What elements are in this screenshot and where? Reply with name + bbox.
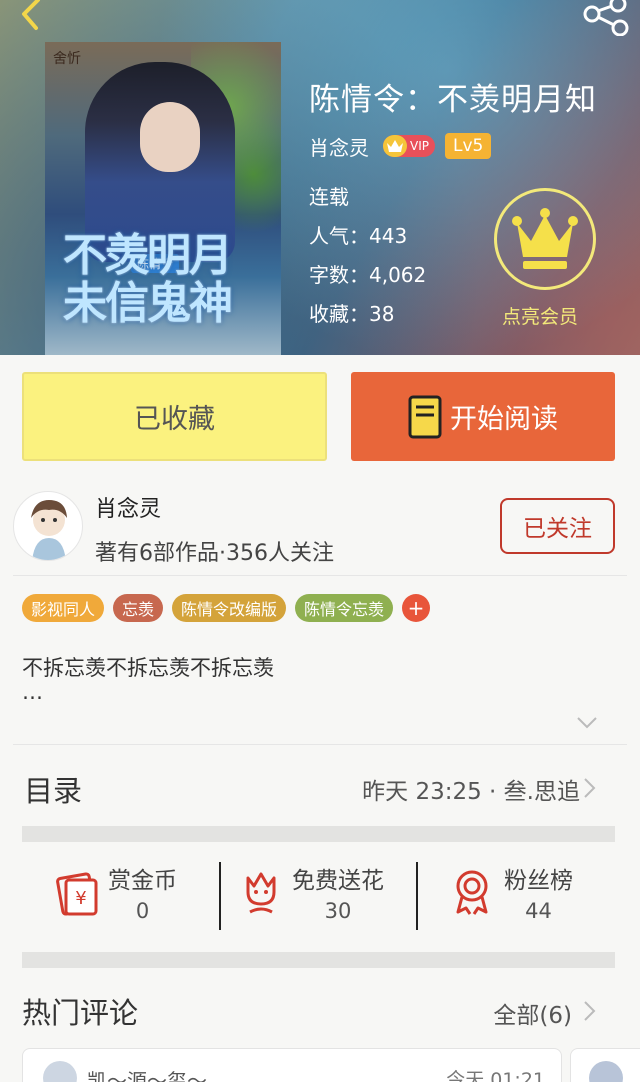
followed-button[interactable]: 已关注 <box>500 498 615 554</box>
chevron-right-icon[interactable] <box>582 1000 596 1022</box>
commenter-avatar[interactable] <box>43 1061 77 1082</box>
toc-title[interactable]: 目录 <box>24 768 82 810</box>
back-arrow-icon <box>22 0 40 30</box>
book-icon <box>408 395 442 438</box>
avatar-illustration <box>31 500 67 560</box>
share-button[interactable] <box>580 0 632 37</box>
send-flower-value: 30 <box>324 899 352 923</box>
medal-icon <box>456 870 488 915</box>
author-card-meta: 著有6部作品·356人关注 <box>95 541 334 566</box>
member-label[interactable]: 点亮会员 <box>502 302 578 329</box>
book-title: 陈情令：不羡明月知 <box>309 82 597 118</box>
fan-ranking-label: 粉丝榜 <box>504 868 573 894</box>
reward-coins-value: 0 <box>135 899 150 923</box>
comment-time: 今天 01:21 <box>446 1069 545 1082</box>
send-flower-label: 免费送花 <box>292 868 384 894</box>
all-comments-link[interactable]: 全部(6) <box>493 996 572 1030</box>
start-reading-button[interactable]: 开始阅读 <box>351 372 615 461</box>
section-divider <box>22 952 615 968</box>
cover-face-art <box>140 102 200 172</box>
comment-card[interactable] <box>570 1048 640 1082</box>
stat-separator <box>416 862 418 930</box>
book-description: 不拆忘羡不拆忘羡不拆忘羡 <box>22 656 274 680</box>
fan-ranking-button[interactable]: 粉丝榜 44 <box>450 862 573 923</box>
collected-button[interactable]: 已收藏 <box>22 372 327 461</box>
description-ellipsis: … <box>22 680 43 704</box>
book-header: 舍忻 陈情令 不羡明月 未信鬼神 陈情令：不羡明月知 肖念灵 VIP Lv5 连… <box>0 0 640 355</box>
tag-item[interactable]: 忘羡 <box>113 594 164 622</box>
book-cover[interactable]: 舍忻 陈情令 不羡明月 未信鬼神 <box>45 42 281 355</box>
crown-icon <box>512 208 578 269</box>
chevron-right-icon[interactable] <box>582 777 596 799</box>
toc-latest-chapter[interactable]: 昨天 23:25 · 叁.思追 <box>362 772 580 806</box>
tag-item[interactable]: 陈情令改编版 <box>172 594 287 622</box>
reward-coins-button[interactable]: ¥ 赏金币 0 <box>52 862 177 923</box>
cover-seal: 舍忻 <box>53 51 81 67</box>
tag-list: 影视同人 忘羡 陈情令改编版 陈情令忘羡 + <box>22 594 431 622</box>
stat-separator <box>219 862 221 930</box>
author-avatar[interactable] <box>13 491 83 561</box>
divider <box>13 575 627 576</box>
vip-label: VIP <box>410 139 429 153</box>
flower-icon <box>246 872 276 914</box>
fan-ranking-value: 44 <box>525 899 552 923</box>
vip-badge: VIP <box>383 135 435 157</box>
commenter-avatar[interactable] <box>589 1061 623 1082</box>
back-button[interactable] <box>12 0 48 36</box>
word-count-stat: 字数：4,062 <box>309 263 427 287</box>
start-reading-label: 开始阅读 <box>450 404 558 435</box>
crown-icon <box>383 135 407 157</box>
svg-text:¥: ¥ <box>75 888 86 909</box>
hot-comments-title: 热门评论 <box>22 996 139 1030</box>
comment-card[interactable]: 凯～源～玺～ 今天 01:21 <box>22 1048 562 1082</box>
send-flower-button[interactable]: 免费送花 30 <box>240 862 384 923</box>
add-tag-button[interactable]: + <box>402 594 431 622</box>
tag-item[interactable]: 影视同人 <box>22 594 105 622</box>
chevron-down-icon[interactable] <box>576 716 598 730</box>
author-row: 肖念灵 VIP Lv5 <box>309 132 492 161</box>
member-button[interactable] <box>494 188 596 290</box>
author-card-name[interactable]: 肖念灵 <box>95 491 161 523</box>
author-name[interactable]: 肖念灵 <box>309 132 369 161</box>
popularity-stat: 人气：443 <box>309 224 408 248</box>
favorites-stat: 收藏：38 <box>309 302 395 326</box>
divider <box>13 744 627 745</box>
cover-title-art: 不羡明月 未信鬼神 <box>63 230 233 329</box>
commenter-name: 凯～源～玺～ <box>87 1069 207 1082</box>
level-badge: Lv5 <box>444 133 492 159</box>
share-icon <box>583 0 629 37</box>
reward-coins-label: 赏金币 <box>108 868 177 894</box>
red-envelope-icon: ¥ <box>56 872 98 916</box>
serial-status: 连载 <box>309 185 349 209</box>
section-divider <box>22 826 615 842</box>
tag-item[interactable]: 陈情令忘羡 <box>295 594 394 622</box>
